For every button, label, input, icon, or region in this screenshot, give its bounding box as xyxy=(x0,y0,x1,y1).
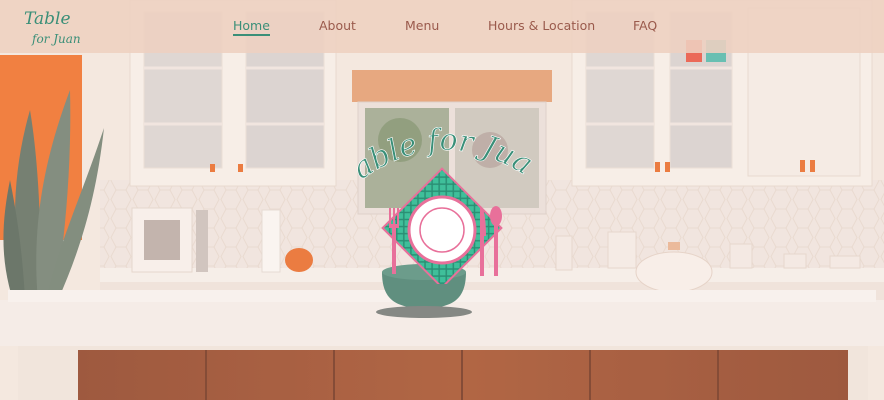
nav-home[interactable]: Home xyxy=(233,18,270,36)
nav-home-label: Home xyxy=(233,18,270,33)
logo-text-line1: Table xyxy=(24,9,71,29)
nav-about[interactable]: About xyxy=(319,18,356,33)
nav-menu-label: Menu xyxy=(405,18,440,33)
nav-menu[interactable]: Menu xyxy=(405,18,439,33)
hero-logo: Table for Juan xyxy=(344,124,539,284)
nav-hours-location[interactable]: Hours & Location xyxy=(488,18,595,33)
spoon-icon xyxy=(490,206,502,276)
nav-hours-location-label: Hours & Location xyxy=(488,18,596,33)
top-navbar: Table for Juan Home About Menu Hours & L… xyxy=(0,0,884,53)
nav-faq[interactable]: FAQ xyxy=(633,18,657,33)
logo-text-line2: for Juan xyxy=(31,32,81,46)
active-underline xyxy=(233,34,270,36)
nav-about-label: About xyxy=(319,18,356,33)
plate-icon xyxy=(407,195,477,265)
site-logo[interactable]: Table for Juan xyxy=(18,2,88,50)
nav-faq-label: FAQ xyxy=(633,18,658,33)
